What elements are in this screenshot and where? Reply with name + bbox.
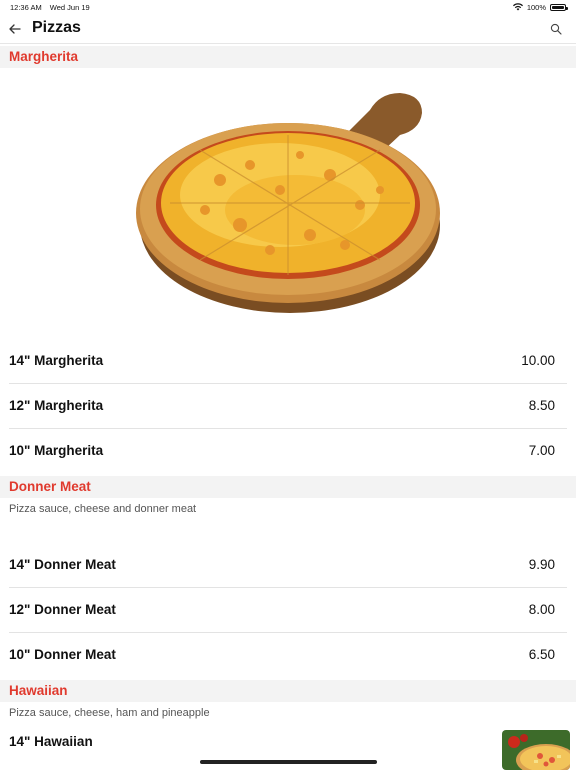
item-price: 8.00 [528,602,555,617]
wifi-icon [512,3,523,11]
margherita-pizza-image [136,93,440,313]
section-title: Donner Meat [9,479,91,494]
status-date: Wed Jun 19 [49,2,90,12]
home-indicator[interactable] [200,760,377,764]
menu-item-row[interactable]: 10" Margherita 7.00 [0,429,576,473]
item-name: 12" Margherita [9,398,104,413]
section-header-donner-meat: Donner Meat [0,476,576,498]
status-time: 12:36 AM [10,2,42,12]
menu-item-row[interactable]: 12" Margherita 8.50 [0,384,576,428]
section-title: Hawaiian [9,683,68,698]
menu-item-row[interactable]: 14" Donner Meat 9.90 [0,543,576,587]
item-name: 14" Hawaiian [9,734,93,749]
item-price: 10.00 [521,353,555,368]
item-name: 10" Margherita [9,443,104,458]
item-name: 14" Donner Meat [9,557,116,572]
item-name: 14" Margherita [9,353,104,368]
item-price: 8.50 [528,398,555,413]
battery-icon [550,3,568,11]
section-header-margherita: Margherita [0,46,576,68]
battery-percent: 100% [526,2,546,12]
hawaiian-pizza-thumbnail [502,730,570,770]
arrow-left-icon[interactable] [7,21,23,37]
section-title: Margherita [9,49,79,64]
section-description: Pizza sauce, cheese, ham and pineapple [9,707,210,719]
item-price: 9.90 [528,557,555,572]
item-name: 10" Donner Meat [9,647,116,662]
page-title: Pizzas [32,19,81,36]
section-header-hawaiian: Hawaiian [0,680,576,702]
item-price: 7.00 [528,443,555,458]
menu-item-row[interactable]: 14" Margherita 10.00 [0,339,576,383]
menu-item-row[interactable]: 12" Donner Meat 8.00 [0,588,576,632]
item-price: 6.50 [528,647,555,662]
menu-item-row[interactable]: 14" Hawaiian [0,720,576,764]
item-name: 12" Donner Meat [9,602,116,617]
status-bar: 12:36 AM Wed Jun 19 100% [0,0,576,14]
search-icon[interactable] [550,23,562,35]
menu-item-row[interactable]: 10" Donner Meat 6.50 [0,633,576,677]
navigation-bar: Pizzas [0,14,576,44]
section-description: Pizza sauce, cheese and donner meat [9,503,197,515]
